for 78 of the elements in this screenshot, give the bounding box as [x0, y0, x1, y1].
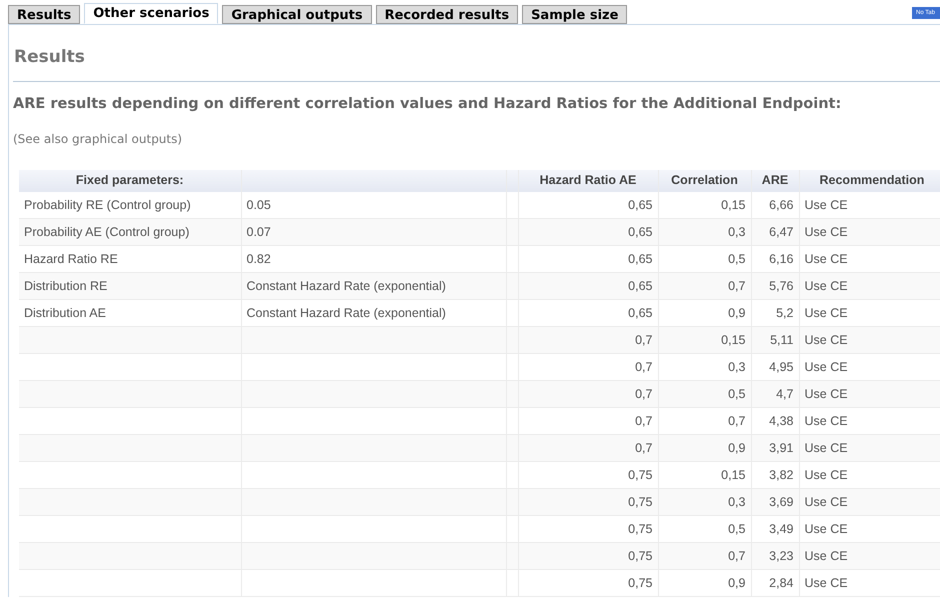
table-cell: 0,65	[628, 198, 652, 212]
table-cell: Constant Hazard Rate (exponential)	[246, 278, 446, 293]
table-cell: 4,7	[776, 386, 794, 401]
table-cell: 0,5	[728, 252, 746, 266]
table-cell: Use CE	[804, 522, 848, 536]
table-cell: Use CE	[804, 252, 848, 266]
table-cell: 3,69	[769, 494, 794, 509]
table-cell: Distribution AE	[24, 306, 106, 320]
table-cell: Probability AE (Control group)	[24, 224, 190, 239]
table-cell: 0,7	[728, 278, 746, 293]
table-cell: Use CE	[804, 306, 848, 320]
table-cell: 2,84	[769, 576, 794, 590]
table-cell: 0,7	[635, 440, 652, 455]
section-heading: ARE results depending on different correlation values and Hazard Ratios for the Additional Endpoint:	[13, 95, 842, 114]
table-cell: 5,76	[769, 278, 794, 293]
table-cell: 0,7	[635, 332, 652, 347]
table-cell: 3,23	[769, 548, 794, 563]
table-cell: Use CE	[804, 332, 848, 347]
table-cell: Constant Hazard Rate (exponential)	[246, 306, 446, 320]
table-cell: Use CE	[804, 414, 848, 428]
table-cell: 0,15	[721, 198, 746, 212]
tab[interactable]: Recorded results	[376, 5, 518, 24]
table-cell: 5,2	[776, 306, 794, 320]
table-cell: 0,7	[635, 360, 652, 374]
table-cell: Use CE	[804, 440, 848, 455]
table-cell: Use CE	[804, 360, 848, 374]
table-cell: Distribution RE	[24, 278, 108, 293]
tab[interactable]: Results	[8, 5, 80, 24]
table-cell: Use CE	[804, 198, 848, 212]
table-cell: 6,47	[769, 224, 794, 239]
table-cell: 0,65	[628, 306, 652, 320]
table-cell: 0,9	[728, 306, 746, 320]
table-cell: 0,75	[628, 468, 652, 482]
table-cell: 0,15	[721, 332, 746, 347]
page-title: Results	[13, 46, 86, 69]
table-cell: 0,7	[635, 414, 652, 428]
table-cell: 3,91	[769, 440, 794, 455]
table-cell: 0,15	[721, 468, 746, 482]
table-cell: 0,9	[728, 440, 746, 455]
table-cell: 0,65	[628, 252, 652, 266]
table-cell: 0,75	[628, 548, 652, 563]
table-cell: 0,65	[628, 278, 652, 293]
table-cell: 0,75	[628, 522, 652, 536]
tab[interactable]: Graphical outputs	[222, 5, 372, 24]
table-cell: 0,3	[728, 224, 746, 239]
table-cell: 0,5	[728, 386, 746, 401]
table-cell: 0,3	[728, 494, 746, 509]
table-cell: 0,7	[635, 386, 652, 401]
table-cell: 0,7	[728, 414, 746, 428]
table-cell: 0,7	[728, 548, 746, 563]
table-cell: 0,5	[728, 522, 746, 536]
table-cell: 0,75	[628, 494, 652, 509]
table-cell: 0,65	[628, 224, 652, 239]
table-cell: Use CE	[804, 224, 848, 239]
table-cell: 6,16	[769, 252, 794, 266]
table-cell: 0.05	[246, 198, 271, 212]
table-cell: Use CE	[804, 468, 848, 482]
table-cell: 0.82	[246, 252, 271, 266]
table-cell: Use CE	[804, 576, 848, 590]
table-cell: Use CE	[804, 386, 848, 401]
table-cell: Use CE	[804, 494, 848, 509]
table-cell: Probability RE (Control group)	[24, 198, 191, 212]
table-cell: 6,66	[769, 198, 794, 212]
table-cell: 5,11	[770, 332, 794, 347]
table-cell: 3,49	[769, 522, 794, 536]
tab[interactable]: Sample size	[522, 5, 628, 24]
note-text: (See also graphical outputs)	[13, 130, 184, 148]
table-cell: 0,9	[728, 576, 746, 590]
table-cell: 3,82	[769, 468, 794, 482]
table-cell: 0.07	[246, 224, 271, 239]
table-cell: Use CE	[804, 278, 848, 293]
table-cell: Use CE	[804, 548, 848, 563]
table-cell: 0,75	[628, 576, 652, 590]
table-cell: 4,38	[769, 414, 794, 428]
table-cell: 0,3	[728, 360, 746, 374]
tab[interactable]: Other scenarios	[84, 3, 218, 24]
table-cell: 4,95	[769, 360, 794, 374]
table-cell: Hazard Ratio RE	[24, 252, 118, 266]
